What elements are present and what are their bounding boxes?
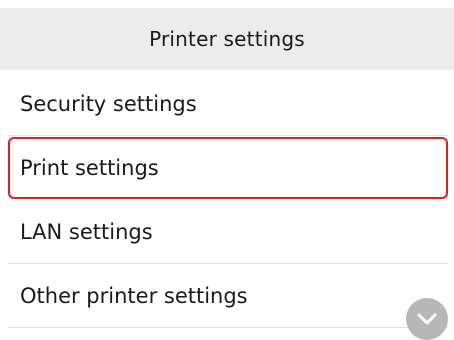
printer-settings-screen: Printer settings Security settings Print… <box>0 0 454 340</box>
menu-item-label: Print settings <box>20 156 159 180</box>
scroll-down-button[interactable] <box>406 298 448 340</box>
menu-item-label: Other printer settings <box>20 283 248 308</box>
menu-item-label: Security settings <box>20 91 197 116</box>
settings-menu: Security settings Print settings LAN set… <box>8 72 448 340</box>
page-title-text: Printer settings <box>149 27 305 51</box>
menu-item-security-settings[interactable]: Security settings <box>8 72 448 136</box>
menu-item-print-settings[interactable]: Print settings <box>8 137 448 199</box>
menu-item-other-printer-settings[interactable]: Other printer settings <box>8 264 448 328</box>
menu-item-label: LAN settings <box>20 219 153 244</box>
page-title: Printer settings <box>0 8 454 70</box>
menu-item-lan-settings[interactable]: LAN settings <box>8 200 448 264</box>
chevron-down-icon <box>417 313 437 325</box>
